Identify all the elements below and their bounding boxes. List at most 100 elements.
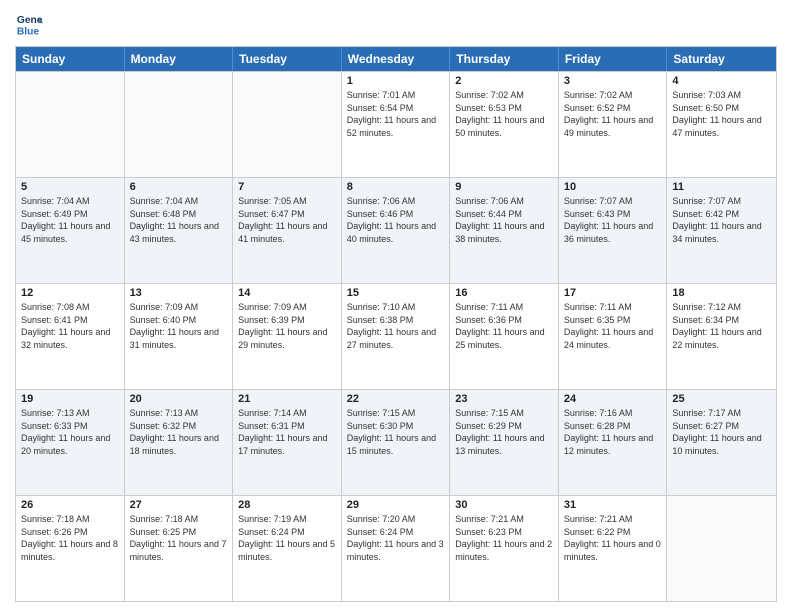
day-number: 14 <box>238 287 336 299</box>
day-cell-1: 1 Sunrise: 7:01 AM Sunset: 6:54 PM Daylig… <box>342 72 451 177</box>
week-row-1: 1 Sunrise: 7:01 AM Sunset: 6:54 PM Daylig… <box>16 71 776 177</box>
day-number: 17 <box>564 287 662 299</box>
day-headers: Sunday Monday Tuesday Wednesday Thursday… <box>16 47 776 71</box>
day-cell-3: 3 Sunrise: 7:02 AM Sunset: 6:52 PM Daylig… <box>559 72 668 177</box>
day-number: 23 <box>455 393 553 405</box>
day-info: Sunrise: 7:02 AM Sunset: 6:53 PM Dayligh… <box>455 89 553 139</box>
day-cell-15: 15 Sunrise: 7:10 AM Sunset: 6:38 PM Dayli… <box>342 284 451 389</box>
day-cell-10: 10Sunrise: 7:07 AM Sunset: 6:43 PM Dayli… <box>559 178 668 283</box>
day-info: Sunrise: 7:04 AM Sunset: 6:48 PM Dayligh… <box>130 195 228 245</box>
day-number: 16 <box>455 287 553 299</box>
day-info: Sunrise: 7:16 AM Sunset: 6:28 PM Dayligh… <box>564 407 662 457</box>
header-friday: Friday <box>559 47 668 71</box>
empty-cell <box>233 72 342 177</box>
day-number: 29 <box>347 499 445 511</box>
day-number: 30 <box>455 499 553 511</box>
day-info: Sunrise: 7:01 AM Sunset: 6:54 PM Dayligh… <box>347 89 445 139</box>
day-number: 15 <box>347 287 445 299</box>
day-number: 27 <box>130 499 228 511</box>
day-info: Sunrise: 7:07 AM Sunset: 6:42 PM Dayligh… <box>672 195 771 245</box>
day-info: Sunrise: 7:21 AM Sunset: 6:23 PM Dayligh… <box>455 513 553 563</box>
day-number: 6 <box>130 181 228 193</box>
day-number: 2 <box>455 75 553 87</box>
day-info: Sunrise: 7:02 AM Sunset: 6:52 PM Dayligh… <box>564 89 662 139</box>
day-cell-6: 6 Sunrise: 7:04 AM Sunset: 6:48 PM Daylig… <box>125 178 234 283</box>
day-number: 21 <box>238 393 336 405</box>
empty-cell <box>16 72 125 177</box>
day-cell-31: 31 Sunrise: 7:21 AM Sunset: 6:22 PM Dayli… <box>559 496 668 601</box>
day-info: Sunrise: 7:08 AM Sunset: 6:41 PM Dayligh… <box>21 301 119 351</box>
day-info: Sunrise: 7:17 AM Sunset: 6:27 PM Dayligh… <box>672 407 771 457</box>
header-thursday: Thursday <box>450 47 559 71</box>
day-cell-28: 28Sunrise: 7:19 AM Sunset: 6:24 PM Dayli… <box>233 496 342 601</box>
day-number: 26 <box>21 499 119 511</box>
day-info: Sunrise: 7:06 AM Sunset: 6:44 PM Dayligh… <box>455 195 553 245</box>
day-cell-25: 25Sunrise: 7:17 AM Sunset: 6:27 PM Dayli… <box>667 390 776 495</box>
svg-text:General: General <box>17 15 43 26</box>
logo-icon: General Blue <box>15 10 43 38</box>
day-number: 22 <box>347 393 445 405</box>
header-tuesday: Tuesday <box>233 47 342 71</box>
day-number: 5 <box>21 181 119 193</box>
day-cell-16: 16 Sunrise: 7:11 AM Sunset: 6:36 PM Dayli… <box>450 284 559 389</box>
day-cell-29: 29 Sunrise: 7:20 AM Sunset: 6:24 PM Dayli… <box>342 496 451 601</box>
day-info: Sunrise: 7:04 AM Sunset: 6:49 PM Dayligh… <box>21 195 119 245</box>
day-info: Sunrise: 7:09 AM Sunset: 6:39 PM Dayligh… <box>238 301 336 351</box>
week-row-4: 19Sunrise: 7:13 AM Sunset: 6:33 PM Dayli… <box>16 389 776 495</box>
day-info: Sunrise: 7:03 AM Sunset: 6:50 PM Dayligh… <box>672 89 771 139</box>
day-cell-23: 23 Sunrise: 7:15 AM Sunset: 6:29 PM Dayli… <box>450 390 559 495</box>
day-cell-7: 7 Sunrise: 7:05 AM Sunset: 6:47 PM Daylig… <box>233 178 342 283</box>
day-cell-5: 5 Sunrise: 7:04 AM Sunset: 6:49 PM Daylig… <box>16 178 125 283</box>
day-cell-27: 27Sunrise: 7:18 AM Sunset: 6:25 PM Dayli… <box>125 496 234 601</box>
logo: General Blue <box>15 10 43 38</box>
week-row-2: 5 Sunrise: 7:04 AM Sunset: 6:49 PM Daylig… <box>16 177 776 283</box>
day-cell-4: 4 Sunrise: 7:03 AM Sunset: 6:50 PM Daylig… <box>667 72 776 177</box>
day-cell-21: 21 Sunrise: 7:14 AM Sunset: 6:31 PM Dayli… <box>233 390 342 495</box>
header-saturday: Saturday <box>667 47 776 71</box>
day-info: Sunrise: 7:10 AM Sunset: 6:38 PM Dayligh… <box>347 301 445 351</box>
day-number: 18 <box>672 287 771 299</box>
day-info: Sunrise: 7:19 AM Sunset: 6:24 PM Dayligh… <box>238 513 336 563</box>
day-number: 4 <box>672 75 771 87</box>
day-info: Sunrise: 7:05 AM Sunset: 6:47 PM Dayligh… <box>238 195 336 245</box>
svg-text:Blue: Blue <box>17 26 40 37</box>
day-number: 24 <box>564 393 662 405</box>
day-cell-19: 19Sunrise: 7:13 AM Sunset: 6:33 PM Dayli… <box>16 390 125 495</box>
day-number: 13 <box>130 287 228 299</box>
day-number: 12 <box>21 287 119 299</box>
header-wednesday: Wednesday <box>342 47 451 71</box>
day-info: Sunrise: 7:11 AM Sunset: 6:36 PM Dayligh… <box>455 301 553 351</box>
day-cell-17: 17Sunrise: 7:11 AM Sunset: 6:35 PM Dayli… <box>559 284 668 389</box>
day-info: Sunrise: 7:15 AM Sunset: 6:29 PM Dayligh… <box>455 407 553 457</box>
day-info: Sunrise: 7:12 AM Sunset: 6:34 PM Dayligh… <box>672 301 771 351</box>
day-info: Sunrise: 7:15 AM Sunset: 6:30 PM Dayligh… <box>347 407 445 457</box>
day-info: Sunrise: 7:14 AM Sunset: 6:31 PM Dayligh… <box>238 407 336 457</box>
day-info: Sunrise: 7:09 AM Sunset: 6:40 PM Dayligh… <box>130 301 228 351</box>
day-cell-18: 18 Sunrise: 7:12 AM Sunset: 6:34 PM Dayli… <box>667 284 776 389</box>
day-cell-8: 8Sunrise: 7:06 AM Sunset: 6:46 PM Daylig… <box>342 178 451 283</box>
week-row-3: 12 Sunrise: 7:08 AM Sunset: 6:41 PM Dayli… <box>16 283 776 389</box>
day-info: Sunrise: 7:21 AM Sunset: 6:22 PM Dayligh… <box>564 513 662 563</box>
day-number: 7 <box>238 181 336 193</box>
day-number: 31 <box>564 499 662 511</box>
day-number: 10 <box>564 181 662 193</box>
day-number: 20 <box>130 393 228 405</box>
header-monday: Monday <box>125 47 234 71</box>
day-cell-22: 22 Sunrise: 7:15 AM Sunset: 6:30 PM Dayli… <box>342 390 451 495</box>
header-sunday: Sunday <box>16 47 125 71</box>
day-cell-9: 9 Sunrise: 7:06 AM Sunset: 6:44 PM Daylig… <box>450 178 559 283</box>
day-number: 1 <box>347 75 445 87</box>
empty-cell <box>667 496 776 601</box>
week-row-5: 26 Sunrise: 7:18 AM Sunset: 6:26 PM Dayli… <box>16 495 776 601</box>
day-info: Sunrise: 7:18 AM Sunset: 6:26 PM Dayligh… <box>21 513 119 563</box>
empty-cell <box>125 72 234 177</box>
day-info: Sunrise: 7:13 AM Sunset: 6:32 PM Dayligh… <box>130 407 228 457</box>
day-info: Sunrise: 7:20 AM Sunset: 6:24 PM Dayligh… <box>347 513 445 563</box>
day-cell-24: 24 Sunrise: 7:16 AM Sunset: 6:28 PM Dayli… <box>559 390 668 495</box>
day-info: Sunrise: 7:13 AM Sunset: 6:33 PM Dayligh… <box>21 407 119 457</box>
day-cell-2: 2 Sunrise: 7:02 AM Sunset: 6:53 PM Daylig… <box>450 72 559 177</box>
day-number: 9 <box>455 181 553 193</box>
page: General Blue Sunday Monday Tuesday Wedne… <box>0 0 792 612</box>
day-number: 3 <box>564 75 662 87</box>
day-number: 8 <box>347 181 445 193</box>
